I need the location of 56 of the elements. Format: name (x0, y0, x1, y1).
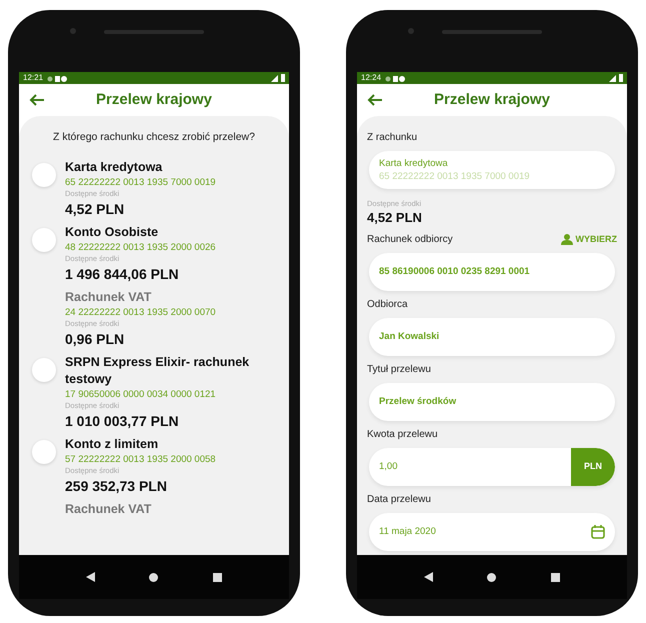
screen-title: Przelew krajowy (434, 90, 550, 110)
field-label: Data przelewu (367, 493, 431, 507)
balance-amount: 259 352,73 PLN (65, 476, 168, 496)
balance-amount: 0,96 PLN (65, 330, 126, 349)
radio-button[interactable] (32, 440, 56, 464)
field-label: Kwota przelewu (367, 428, 438, 442)
home-circle-icon[interactable] (487, 572, 496, 582)
back-triangle-icon[interactable] (424, 572, 434, 582)
choose-recipient-button[interactable]: WYBIERZ (560, 232, 617, 246)
account-number: 57 22222222 0013 1935 2000 0058 (65, 452, 216, 466)
field-label: Odbiorca (367, 298, 408, 312)
question-text: Z którego rachunku chcesz zrobić przelew? (52, 130, 256, 145)
status-time: 12:24 (361, 74, 382, 82)
field-label: Tytuł przelewu (367, 363, 431, 377)
radio-button[interactable] (32, 228, 56, 252)
account-number: 17 90650006 0000 0034 0000 0121 (65, 388, 217, 401)
home-circle-icon[interactable] (149, 572, 158, 582)
text-input-field[interactable]: Przelew środków (369, 383, 615, 421)
account-number: 24 22222222 0013 1935 2000 0070 (65, 306, 216, 319)
calendar-icon[interactable] (591, 525, 605, 539)
camera-icon (408, 28, 414, 34)
account-number: 65 22222222 0013 1935 7000 0019 (65, 176, 216, 189)
screen-title: Przelew krajowy (96, 90, 212, 110)
amount-input-field[interactable]: 1,00 PLN (369, 448, 615, 486)
date-input-field[interactable]: 11 maja 2020 (369, 513, 615, 551)
balance-amount: 1 010 003,77 PLN (65, 412, 180, 431)
signal-battery-icon (609, 74, 623, 82)
balance-amount: 4,52 PLN (367, 209, 423, 226)
account-number: 48 22222222 0013 1935 2000 0026 (65, 240, 216, 254)
account-name: Rachunek VAT (65, 500, 152, 518)
person-icon (560, 234, 572, 245)
account-name: Karta kredytowa (65, 158, 164, 176)
balance-amount: 4,52 PLN (65, 200, 126, 219)
account-name: Rachunek VAT (65, 288, 152, 306)
radio-button[interactable] (32, 358, 56, 382)
text-input-field[interactable]: 85 86190006 0010 0235 8291 0001 (369, 253, 615, 291)
back-triangle-icon[interactable] (86, 572, 96, 582)
notification-icons (385, 74, 406, 82)
back-arrow-icon[interactable] (29, 94, 45, 106)
currency-button[interactable]: PLN (571, 448, 615, 486)
camera-icon (70, 28, 76, 34)
signal-battery-icon (271, 74, 285, 82)
account-name: SRPN Express Elixir- rachunek testowy (65, 354, 250, 388)
status-time: 12:21 (23, 74, 44, 82)
radio-button[interactable] (32, 162, 56, 187)
account-name: Konto z limitem (65, 436, 160, 453)
account-name: Konto Osobiste (65, 224, 160, 241)
recents-square-icon[interactable] (550, 572, 560, 582)
field-label: Z rachunku (367, 131, 418, 145)
balance-amount: 1 496 844,06 PLN (65, 264, 180, 284)
account-select-field[interactable]: Karta kredytowa 65 22222222 0013 1935 7000 0019 (369, 151, 615, 189)
text-input-field[interactable]: Jan Kowalski (369, 318, 615, 356)
field-label: Rachunek odbiorcy (367, 233, 453, 247)
recents-square-icon[interactable] (212, 572, 222, 582)
back-arrow-icon[interactable] (367, 94, 383, 106)
notification-icons (47, 74, 68, 82)
